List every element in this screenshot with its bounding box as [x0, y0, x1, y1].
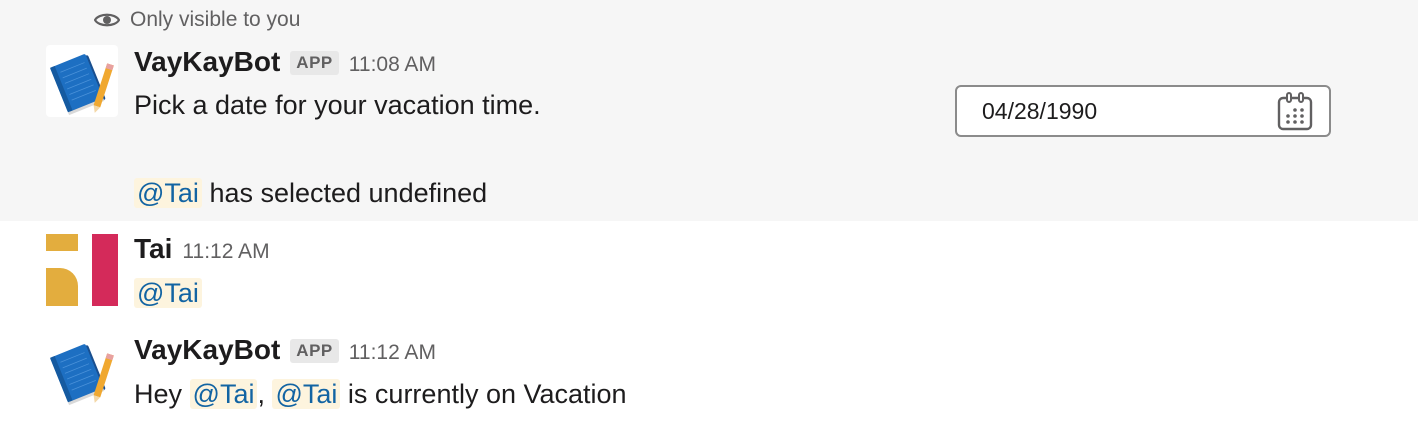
app-badge: APP — [290, 339, 339, 363]
notebook-pencil-icon — [50, 344, 114, 406]
message-text: @Tai — [134, 278, 202, 309]
user-mention[interactable]: @Tai — [134, 278, 202, 308]
text-suffix: is currently on Vacation — [340, 379, 627, 409]
datepicker[interactable]: 04/28/1990 — [955, 85, 1331, 137]
message-header: VayKayBot APP 11:12 AM — [134, 334, 436, 366]
app-badge: APP — [290, 51, 339, 75]
user-mention[interactable]: @Tai — [272, 379, 341, 409]
bot-avatar[interactable] — [46, 335, 118, 407]
text-prefix: Hey — [134, 379, 190, 409]
user-avatar[interactable] — [46, 234, 118, 306]
timestamp[interactable]: 11:08 AM — [349, 53, 436, 77]
sender-name[interactable]: VayKayBot — [134, 46, 280, 78]
selection-status: @Tai has selected undefined — [134, 178, 487, 209]
timestamp[interactable]: 11:12 AM — [349, 341, 436, 365]
message-header: VayKayBot APP 11:08 AM — [134, 46, 436, 78]
timestamp[interactable]: 11:12 AM — [182, 240, 269, 264]
message-user: Tai 11:12 AM @Tai — [0, 221, 1418, 324]
user-mention[interactable]: @Tai — [189, 379, 258, 409]
notebook-pencil-icon — [50, 54, 114, 116]
message-text: Hey @Tai, @Tai is currently on Vacation — [134, 379, 627, 410]
message-bot: VayKayBot APP 11:12 AM Hey @Tai, @Tai is… — [0, 324, 1418, 434]
bot-avatar[interactable] — [46, 45, 118, 117]
sender-name[interactable]: Tai — [134, 233, 172, 265]
message-header: Tai 11:12 AM — [134, 233, 270, 265]
sender-name[interactable]: VayKayBot — [134, 334, 280, 366]
text-separator: , — [257, 379, 273, 409]
message-ephemeral: Only visible to you VayKayBot APP 11:08 … — [0, 0, 1418, 221]
datepicker-value: 04/28/1990 — [982, 97, 1098, 124]
calendar-icon — [1277, 92, 1313, 131]
ephemeral-label: Only visible to you — [130, 8, 301, 31]
ephemeral-note: Only visible to you — [94, 6, 300, 34]
user-avatar-icon — [46, 234, 118, 306]
eye-icon — [94, 13, 120, 27]
user-mention[interactable]: @Tai — [134, 178, 202, 208]
message-text: Pick a date for your vacation time. — [134, 90, 541, 120]
status-text: has selected undefined — [201, 178, 488, 208]
